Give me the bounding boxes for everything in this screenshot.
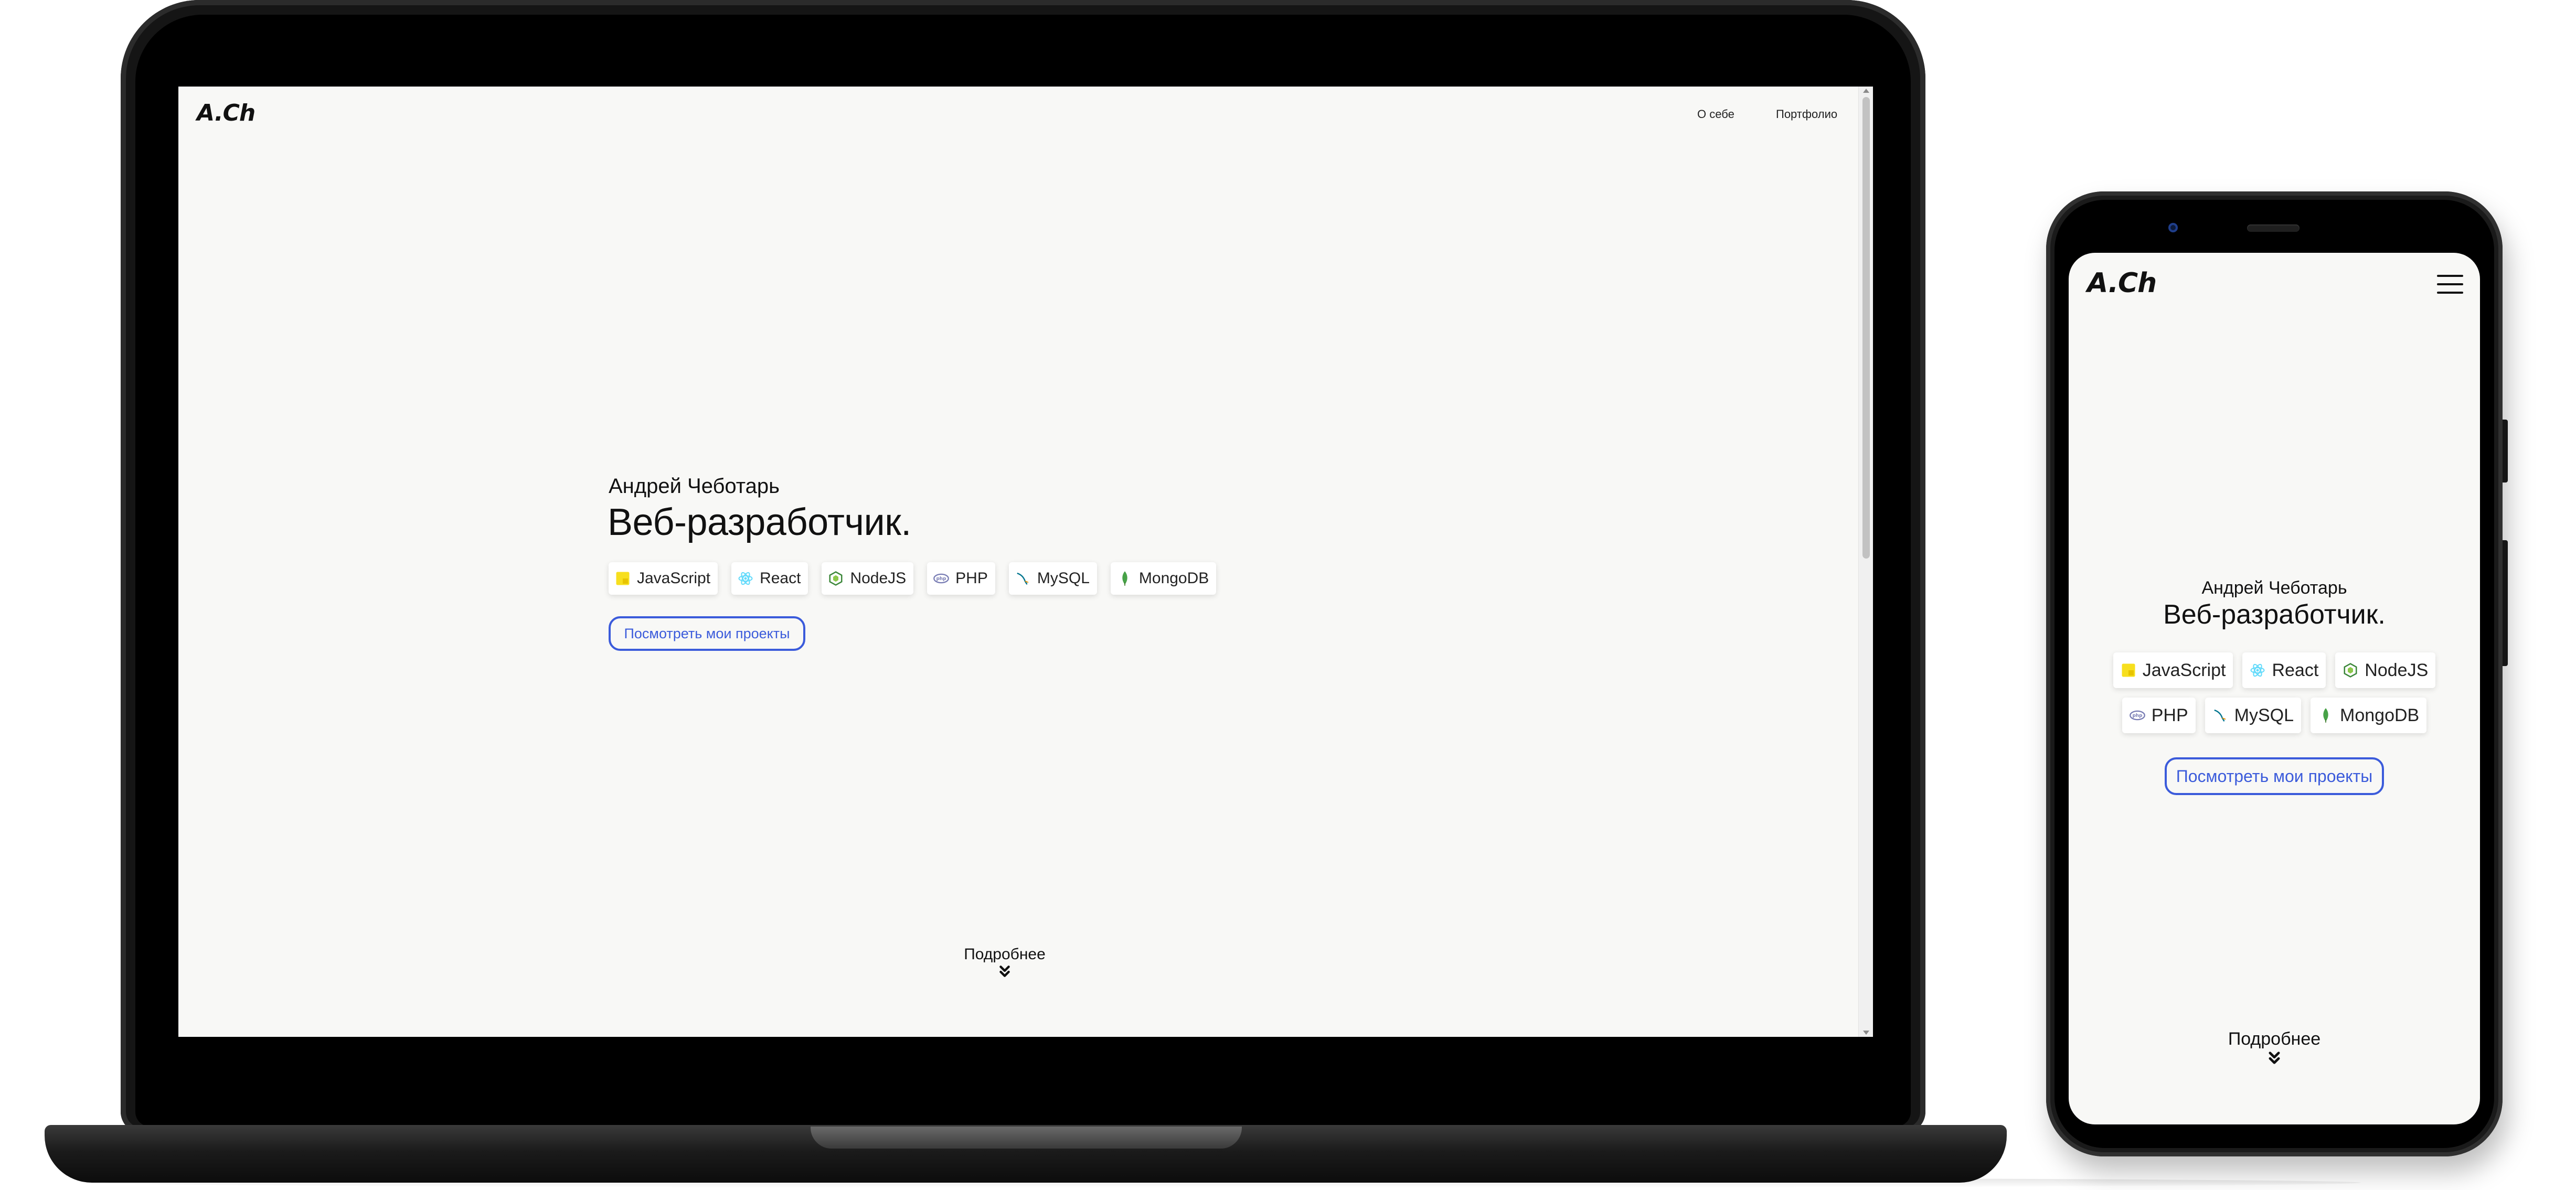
phone-screen: A.Ch Андрей Чеботарь Веб-разработчик. Ja… bbox=[2069, 253, 2480, 1124]
mysql-icon bbox=[1015, 571, 1031, 586]
hamburger-menu-icon[interactable] bbox=[2437, 275, 2463, 296]
phone-camera bbox=[2168, 223, 2178, 232]
tech-label: NodeJS bbox=[2365, 660, 2429, 680]
react-icon bbox=[738, 571, 753, 586]
tech-label: MongoDB bbox=[2340, 705, 2420, 725]
mongodb-icon bbox=[1117, 571, 1133, 586]
tech-badge-nodejs: NodeJS bbox=[2335, 652, 2436, 688]
tech-stack-row: JavaScript React NodeJS bbox=[2069, 652, 2480, 688]
more-link[interactable]: Подробнее bbox=[2222, 1029, 2327, 1066]
more-label: Подробнее bbox=[2228, 1029, 2321, 1049]
tech-label: MongoDB bbox=[1138, 570, 1209, 587]
more-link[interactable]: Подробнее bbox=[957, 946, 1052, 979]
view-projects-button[interactable]: Посмотреть мои проекты bbox=[2165, 757, 2384, 795]
site-logo[interactable]: A.Ch bbox=[197, 100, 256, 126]
tech-badge-nodejs: NodeJS bbox=[822, 562, 914, 595]
phone-side-button bbox=[2503, 420, 2508, 483]
hero-greeting: Андрей Чеботарь bbox=[2201, 578, 2347, 598]
tech-label: NodeJS bbox=[850, 570, 907, 587]
tech-badge-mongodb: MongoDB bbox=[1110, 562, 1217, 595]
javascript-icon bbox=[615, 571, 631, 586]
scroll-up-arrow-icon[interactable] bbox=[1863, 89, 1869, 93]
tech-label: PHP bbox=[955, 570, 988, 587]
php-icon bbox=[933, 571, 949, 586]
tech-label: JavaScript bbox=[2142, 660, 2226, 680]
tech-badge-mysql: MySQL bbox=[2205, 698, 2302, 733]
tech-badge-javascript: JavaScript bbox=[2113, 652, 2233, 688]
tech-badge-mongodb: MongoDB bbox=[2311, 698, 2427, 733]
mysql-icon bbox=[2212, 707, 2228, 723]
tech-badge-javascript: JavaScript bbox=[609, 562, 718, 595]
tech-badge-php: PHP bbox=[2122, 698, 2196, 733]
tech-badge-react: React bbox=[731, 562, 808, 595]
nav-link-about[interactable]: О себе bbox=[1697, 108, 1734, 121]
tech-badge-mysql: MySQL bbox=[1008, 562, 1097, 595]
mongodb-icon bbox=[2318, 707, 2334, 723]
phone-side-button bbox=[2503, 540, 2508, 666]
nodejs-icon bbox=[2343, 662, 2358, 678]
nav-link-portfolio[interactable]: Портфолио bbox=[1776, 108, 1837, 121]
tech-label: PHP bbox=[2151, 705, 2188, 725]
tech-label: JavaScript bbox=[637, 570, 711, 587]
hero-title: Веб-разработчик. bbox=[608, 501, 911, 543]
tech-label: React bbox=[2272, 660, 2319, 680]
site-logo[interactable]: A.Ch bbox=[2087, 267, 2157, 299]
tech-stack-row: PHP MySQL MongoDB bbox=[2069, 698, 2480, 733]
tech-label: MySQL bbox=[1037, 570, 1090, 587]
scroll-down-arrow-icon[interactable] bbox=[1863, 1031, 1869, 1035]
javascript-icon bbox=[2121, 662, 2136, 678]
laptop-hinge-notch bbox=[811, 1127, 1242, 1149]
chevron-double-down-icon bbox=[998, 963, 1012, 979]
hero-greeting: Андрей Чеботарь bbox=[609, 475, 780, 498]
nodejs-icon bbox=[828, 571, 844, 586]
tech-badge-react: React bbox=[2242, 652, 2326, 688]
view-projects-button[interactable]: Посмотреть мои проекты bbox=[609, 616, 805, 651]
more-label: Подробнее bbox=[964, 946, 1046, 963]
react-icon bbox=[2250, 662, 2265, 678]
php-icon bbox=[2130, 707, 2145, 723]
tech-stack-list: JavaScript React NodeJS PHP MySQL MongoD… bbox=[609, 562, 1217, 595]
scroll-thumb[interactable] bbox=[1862, 97, 1870, 559]
tech-badge-php: PHP bbox=[927, 562, 995, 595]
tech-label: MySQL bbox=[2234, 705, 2294, 725]
hero-title: Веб-разработчик. bbox=[2163, 599, 2386, 630]
chevron-double-down-icon bbox=[2267, 1049, 2282, 1066]
scrollbar[interactable] bbox=[1858, 87, 1873, 1037]
laptop-screen: A.Ch О себе Портфолио Андрей Чеботарь Ве… bbox=[178, 87, 1873, 1037]
tech-label: React bbox=[760, 570, 801, 587]
phone-speaker bbox=[2247, 224, 2300, 232]
